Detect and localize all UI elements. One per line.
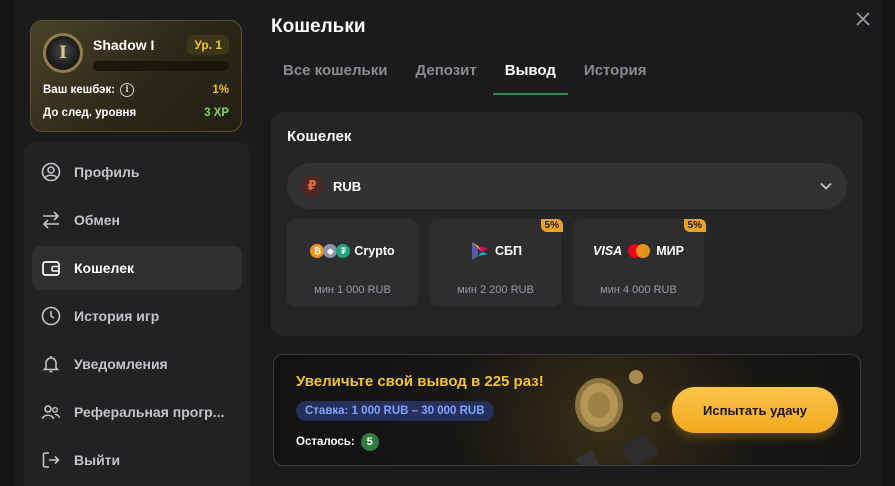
referral-icon <box>40 401 62 423</box>
promo-title: Увеличьте свой вывод в 225 раз! <box>296 373 544 390</box>
wallet-panel: Кошелек ₽ RUB ₿ ◆ ₮ Crypto мин 1 000 RUB… <box>271 112 863 336</box>
next-level-row: До след. уровня 3 XP <box>43 107 229 119</box>
xp-progress-bar <box>93 61 229 71</box>
tab-history[interactable]: История <box>572 54 659 95</box>
sidebar-item-game-history[interactable]: История игр <box>32 294 242 338</box>
sidebar-item-label: Профиль <box>74 164 140 180</box>
chevron-down-icon <box>820 182 832 190</box>
currency-select[interactable]: ₽ RUB <box>287 163 847 209</box>
wallet-icon <box>40 257 62 279</box>
sbp-icon <box>472 242 488 260</box>
method-min-amount: мин 4 000 RUB <box>600 284 677 296</box>
promo-banner: Увеличьте свой вывод в 225 раз! Ставка: … <box>273 354 861 466</box>
sidebar-item-label: Уведомления <box>74 356 168 372</box>
cashback-row: Ваш кешбэк: i 1% <box>43 83 229 97</box>
history-icon <box>40 305 62 327</box>
next-level-value: 3 XP <box>204 107 229 119</box>
bonus-badge: 5% <box>540 219 563 232</box>
ethereum-icon: ◆ <box>323 244 338 258</box>
sidebar-item-notifications[interactable]: Уведомления <box>32 342 242 386</box>
sidebar-item-label: Выйти <box>74 452 121 468</box>
cashback-value: 1% <box>212 84 229 96</box>
bitcoin-icon: ₿ <box>310 244 325 258</box>
avatar: I <box>43 33 83 73</box>
remaining-count: 5 <box>360 433 379 451</box>
sidebar-item-label: Обмен <box>74 212 120 228</box>
page-title: Кошельки <box>271 16 366 37</box>
sidebar-item-label: Реферальная прогр... <box>74 404 225 420</box>
bell-icon <box>40 353 62 375</box>
sidebar-item-profile[interactable]: Профиль <box>32 150 242 194</box>
info-icon[interactable]: i <box>120 83 135 97</box>
method-min-amount: мин 1 000 RUB <box>314 284 391 296</box>
exchange-icon <box>40 209 62 231</box>
method-name: СБП <box>495 244 522 258</box>
backdrop-left <box>0 0 14 486</box>
visa-logo: VISA <box>593 244 623 258</box>
sidebar-item-referral[interactable]: Реферальная прогр... <box>32 390 242 434</box>
wallet-tabs: Все кошельки Депозит Вывод История <box>271 54 662 95</box>
sidebar-item-label: Кошелек <box>74 260 135 276</box>
tab-all-wallets[interactable]: Все кошельки <box>271 54 399 95</box>
method-name: Crypto <box>354 244 395 258</box>
cashback-label: Ваш кешбэк: <box>43 84 116 96</box>
tab-deposit[interactable]: Депозит <box>403 54 488 95</box>
next-level-label: До след. уровня <box>43 107 137 119</box>
sidebar-item-logout[interactable]: Выйти <box>32 438 242 482</box>
mir-logo: МИР <box>656 244 684 258</box>
wallet-panel-title: Кошелек <box>287 128 352 145</box>
cards-logo: VISA МИР <box>593 239 684 263</box>
wallets-modal: I Shadow I Ур. 1 Ваш кешбэк: i 1% До сле… <box>14 0 882 486</box>
tether-icon: ₮ <box>336 244 351 258</box>
ruble-icon: ₽ <box>301 175 323 197</box>
close-icon <box>856 12 870 26</box>
method-sbp[interactable]: 5% СБП мин 2 200 RUB <box>430 219 563 306</box>
level-badge: Ур. 1 <box>187 35 229 55</box>
user-icon <box>40 161 62 183</box>
profile-card: I Shadow I Ур. 1 Ваш кешбэк: i 1% До сле… <box>30 20 242 132</box>
try-luck-button[interactable]: Испытать удачу <box>672 387 838 433</box>
sidebar-menu: Профиль Обмен Кошелек История игр Уведом… <box>24 142 250 486</box>
crypto-logo: ₿ ◆ ₮ Crypto <box>310 239 395 263</box>
close-button[interactable] <box>852 8 874 30</box>
payment-methods: ₿ ◆ ₮ Crypto мин 1 000 RUB 5% СБП мин 2 … <box>287 219 847 306</box>
method-crypto[interactable]: ₿ ◆ ₮ Crypto мин 1 000 RUB <box>287 219 418 306</box>
promo-rate: Ставка: 1 000 RUB – 30 000 RUB <box>296 401 494 421</box>
currency-value: RUB <box>333 178 362 194</box>
method-min-amount: мин 2 200 RUB <box>457 284 534 296</box>
bonus-badge: 5% <box>683 219 706 232</box>
logout-icon <box>40 449 62 471</box>
coins-illustration <box>574 370 661 465</box>
mastercard-icon <box>628 244 651 258</box>
sidebar-item-exchange[interactable]: Обмен <box>32 198 242 242</box>
method-cards[interactable]: 5% VISA МИР мин 4 000 RUB <box>573 219 706 306</box>
remaining-label: Осталось: <box>296 436 355 448</box>
tab-withdraw[interactable]: Вывод <box>492 54 568 95</box>
sidebar-item-wallet[interactable]: Кошелек <box>32 246 242 290</box>
username: Shadow I <box>93 37 155 53</box>
sbp-logo: СБП <box>469 239 522 263</box>
sidebar-item-label: История игр <box>74 308 160 324</box>
promo-remaining: Осталось: 5 <box>296 433 379 451</box>
backdrop-right <box>882 0 895 486</box>
